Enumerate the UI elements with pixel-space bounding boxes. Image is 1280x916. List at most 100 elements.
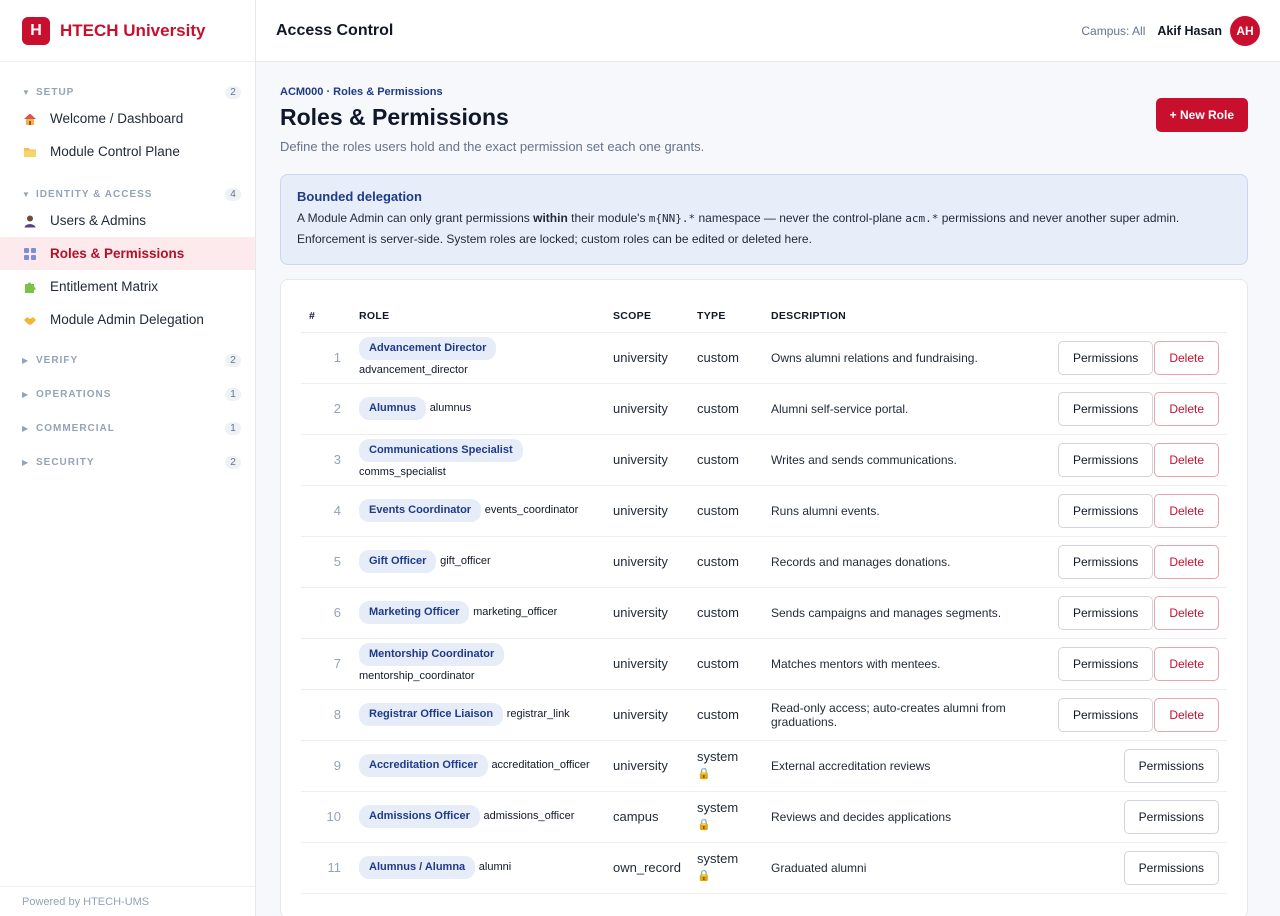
role-type: system bbox=[697, 851, 739, 866]
role-code: admissions_officer bbox=[483, 810, 575, 822]
scope-cell: university bbox=[613, 587, 697, 639]
new-role-button[interactable]: + New Role bbox=[1155, 98, 1248, 132]
sidebar-item-dashboard[interactable]: Welcome / Dashboard bbox=[0, 102, 255, 135]
main-content: ACM000 · Roles & Permissions Roles & Per… bbox=[256, 62, 1280, 916]
delete-button[interactable]: Delete bbox=[1154, 391, 1219, 426]
chevron-right-icon: ▶ bbox=[22, 355, 29, 365]
role-name-badge[interactable]: Alumnus bbox=[359, 397, 427, 420]
delete-button[interactable]: Delete bbox=[1154, 646, 1219, 681]
user-name[interactable]: Akif Hasan bbox=[1157, 24, 1222, 38]
sidebar-item-roles[interactable]: Roles & Permissions bbox=[0, 237, 255, 270]
nav-section-security[interactable]: ▶ SECURITY 2 bbox=[0, 452, 255, 472]
brand[interactable]: H HTECH University bbox=[0, 0, 255, 62]
delete-button[interactable]: Delete bbox=[1154, 340, 1219, 375]
permissions-button[interactable]: Permissions bbox=[1123, 799, 1219, 834]
description-cell: Runs alumni events. bbox=[771, 485, 1058, 537]
role-name-badge[interactable]: Communications Specialist bbox=[359, 438, 523, 462]
sidebar-item-label: Entitlement Matrix bbox=[50, 279, 159, 294]
type-cell: custom bbox=[697, 332, 771, 384]
permissions-button[interactable]: Permissions bbox=[1057, 391, 1154, 426]
puzzle-icon bbox=[22, 279, 38, 295]
permissions-button[interactable]: Permissions bbox=[1057, 697, 1154, 732]
description-cell: Alumni self-service portal. bbox=[771, 383, 1058, 435]
delete-button[interactable]: Delete bbox=[1154, 697, 1219, 732]
type-cell: system 🔒 bbox=[697, 842, 771, 894]
nav-section-identity[interactable]: ▼ IDENTITY & ACCESS 4 bbox=[0, 184, 255, 204]
role-name-badge[interactable]: Accreditation Officer bbox=[359, 754, 488, 777]
nav-section-count: 2 bbox=[225, 455, 241, 469]
table-row: 5 Gift Officer gift_officer university cust… bbox=[301, 536, 1227, 588]
campus-selector[interactable]: Campus: All bbox=[1081, 24, 1145, 38]
row-number: 7 bbox=[301, 638, 359, 690]
nav-section-operations[interactable]: ▶ OPERATIONS 1 bbox=[0, 384, 255, 404]
role-code: gift_officer bbox=[440, 555, 491, 567]
sidebar-item-entitlement-matrix[interactable]: Entitlement Matrix bbox=[0, 270, 255, 303]
role-cell: Mentorship Coordinator mentorship_coordin… bbox=[359, 638, 613, 690]
role-name-badge[interactable]: Marketing Officer bbox=[359, 601, 470, 624]
table-row: 7 Mentorship Coordinator mentorship_coordi… bbox=[301, 638, 1227, 690]
permissions-button[interactable]: Permissions bbox=[1123, 748, 1219, 783]
actions-cell: Permissions Delete bbox=[1057, 689, 1227, 741]
delete-button[interactable]: Delete bbox=[1154, 595, 1219, 630]
role-name-badge[interactable]: Alumnus / Alumna bbox=[359, 856, 476, 879]
permissions-button[interactable]: Permissions bbox=[1057, 340, 1154, 375]
actions-cell: Permissions bbox=[1057, 791, 1227, 843]
permissions-button[interactable]: Permissions bbox=[1057, 493, 1154, 528]
permissions-button[interactable]: Permissions bbox=[1123, 850, 1219, 885]
chevron-right-icon: ▶ bbox=[22, 457, 29, 467]
scope-cell: campus bbox=[613, 791, 697, 843]
permissions-button[interactable]: Permissions bbox=[1057, 646, 1154, 681]
lock-icon: 🔒 bbox=[697, 819, 711, 831]
permissions-button[interactable]: Permissions bbox=[1057, 595, 1154, 630]
role-type: custom bbox=[697, 655, 739, 671]
delete-button[interactable]: Delete bbox=[1154, 544, 1219, 579]
avatar[interactable]: AH bbox=[1230, 15, 1260, 46]
role-type: custom bbox=[697, 451, 739, 467]
sidebar-item-module-admin-delegation[interactable]: Module Admin Delegation bbox=[0, 303, 255, 336]
permissions-button[interactable]: Permissions bbox=[1057, 544, 1154, 579]
table-row: 1 Advancement Director advancement_directo… bbox=[301, 332, 1227, 384]
sidebar-nav: ▼ SETUP 2 Welcome / Dashboard Module Con… bbox=[0, 62, 255, 472]
scope-cell: university bbox=[613, 536, 697, 588]
role-type: system bbox=[697, 800, 739, 815]
chevron-right-icon: ▶ bbox=[22, 423, 29, 433]
page-subtitle: Define the roles users hold and the exac… bbox=[280, 139, 705, 154]
permissions-button[interactable]: Permissions bbox=[1057, 442, 1154, 477]
role-name-badge[interactable]: Registrar Office Liaison bbox=[359, 703, 504, 726]
type-cell: custom bbox=[697, 383, 771, 435]
role-cell: Advancement Director advancement_director bbox=[359, 332, 613, 384]
role-type: custom bbox=[697, 553, 739, 569]
role-name-badge[interactable]: Events Coordinator bbox=[359, 499, 482, 522]
breadcrumb[interactable]: ACM000 · Roles & Permissions bbox=[280, 86, 1248, 98]
description-cell: Owns alumni relations and fundraising. bbox=[771, 332, 1058, 384]
role-code: comms_specialist bbox=[359, 465, 446, 478]
column-header-scope: SCOPE bbox=[613, 300, 697, 333]
topbar: Access Control Campus: All Akif Hasan AH bbox=[256, 0, 1280, 62]
row-number: 3 bbox=[301, 434, 359, 486]
role-name-badge[interactable]: Admissions Officer bbox=[359, 805, 480, 828]
type-cell: custom bbox=[697, 587, 771, 639]
delete-button[interactable]: Delete bbox=[1154, 442, 1219, 477]
nav-section-label: SETUP bbox=[36, 86, 75, 98]
chevron-right-icon: ▶ bbox=[22, 389, 29, 399]
nav-section-count: 2 bbox=[225, 353, 241, 367]
type-cell: system 🔒 bbox=[697, 740, 771, 792]
sidebar-item-module-control-plane[interactable]: Module Control Plane bbox=[0, 135, 255, 168]
role-name-badge[interactable]: Gift Officer bbox=[359, 550, 437, 573]
row-number: 9 bbox=[301, 740, 359, 792]
nav-section-verify[interactable]: ▶ VERIFY 2 bbox=[0, 350, 255, 370]
nav-section-commercial[interactable]: ▶ COMMERCIAL 1 bbox=[0, 418, 255, 438]
role-type: custom bbox=[697, 604, 739, 620]
scope-cell: university bbox=[613, 434, 697, 486]
role-name-badge[interactable]: Mentorship Coordinator bbox=[359, 642, 505, 666]
actions-cell: Permissions Delete bbox=[1057, 383, 1227, 435]
delete-button[interactable]: Delete bbox=[1154, 493, 1219, 528]
row-number: 10 bbox=[301, 791, 359, 843]
nav-section-setup[interactable]: ▼ SETUP 2 bbox=[0, 82, 255, 102]
info-callout: Bounded delegation A Module Admin can on… bbox=[280, 174, 1248, 265]
sidebar-item-users[interactable]: Users & Admins bbox=[0, 204, 255, 237]
info-title: Bounded delegation bbox=[297, 189, 422, 204]
scope-cell: university bbox=[613, 740, 697, 792]
role-name-badge[interactable]: Advancement Director bbox=[359, 336, 497, 360]
role-code: marketing_officer bbox=[473, 606, 558, 618]
